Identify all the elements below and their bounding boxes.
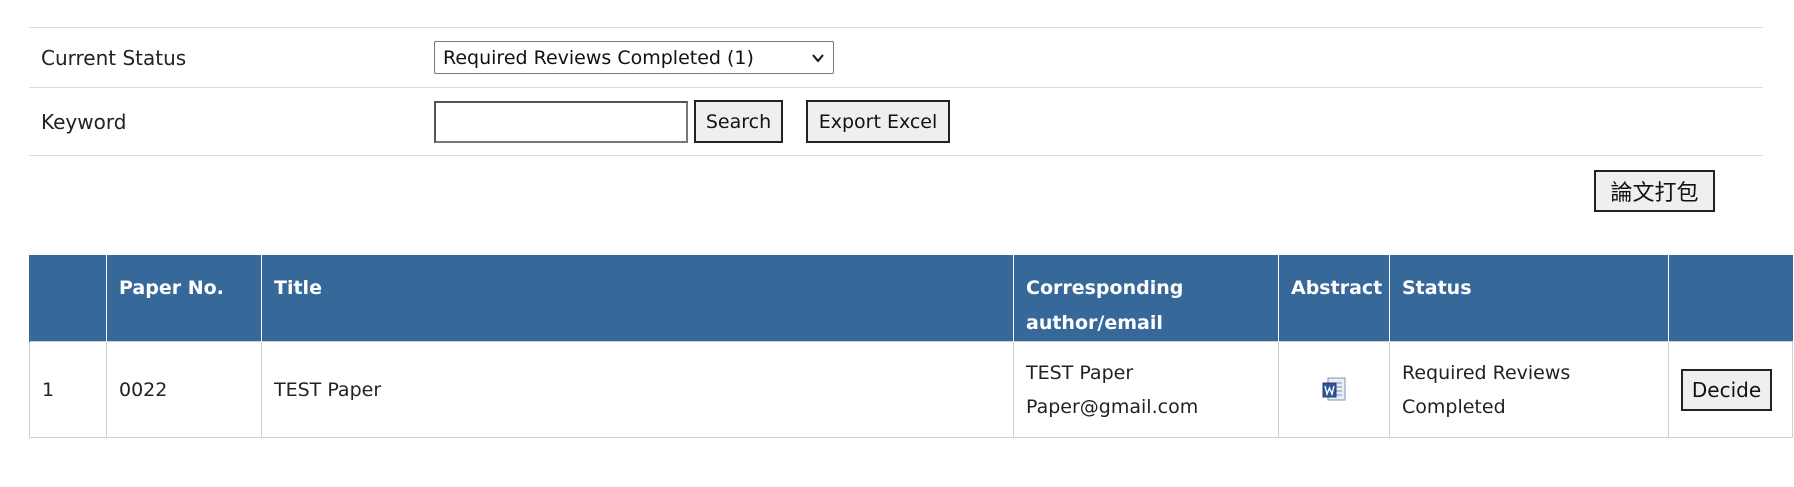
author-name: TEST Paper: [1026, 361, 1134, 384]
header-title: Title: [261, 255, 1014, 342]
header-action: [1668, 255, 1793, 342]
cell-paper-no: 0022: [106, 341, 262, 438]
header-author-line2: author/email: [1026, 312, 1163, 334]
status-filter-row: Current Status Required Reviews Complete…: [29, 27, 1763, 87]
keyword-input[interactable]: [434, 100, 688, 143]
papers-table: Paper No. Title Corresponding author/ema…: [29, 255, 1793, 438]
paper-management-page: Current Status Required Reviews Complete…: [0, 0, 1794, 487]
header-author-line1: Corresponding: [1026, 277, 1184, 299]
cell-corresponding-author: TEST Paper Paper@gmail.com: [1013, 341, 1279, 438]
chevron-down-icon: [812, 53, 824, 63]
word-document-icon[interactable]: [1321, 377, 1347, 403]
header-status: Status: [1389, 255, 1669, 342]
pack-papers-button[interactable]: 論文打包: [1594, 170, 1715, 212]
cell-action: Decide: [1668, 341, 1793, 438]
status-line2: Completed: [1402, 395, 1506, 418]
header-abstract: Abstract: [1278, 255, 1390, 342]
cell-abstract: [1278, 341, 1390, 438]
export-excel-button[interactable]: Export Excel: [806, 100, 950, 143]
status-line1: Required Reviews: [1402, 361, 1571, 384]
keyword-filter-row: Keyword Search Export Excel: [29, 87, 1763, 156]
keyword-filter-label: Keyword: [41, 109, 127, 134]
search-button[interactable]: Search: [694, 100, 783, 143]
table-header-row: Paper No. Title Corresponding author/ema…: [29, 255, 1793, 342]
filter-panel: Current Status Required Reviews Complete…: [29, 27, 1763, 156]
status-select[interactable]: Required Reviews Completed (1): [434, 41, 834, 74]
table-row: 1 0022 TEST Paper TEST Paper Paper@gmail…: [29, 341, 1793, 438]
author-email: Paper@gmail.com: [1026, 395, 1199, 418]
status-filter-label: Current Status: [41, 45, 187, 70]
decide-button[interactable]: Decide: [1681, 368, 1772, 411]
cell-index: 1: [29, 341, 107, 438]
status-select-value: Required Reviews Completed (1): [443, 46, 754, 69]
header-index: [29, 255, 107, 342]
cell-status: Required Reviews Completed: [1389, 341, 1669, 438]
cell-title: TEST Paper: [261, 341, 1014, 438]
header-paper-no: Paper No.: [106, 255, 262, 342]
header-corresponding-author: Corresponding author/email: [1013, 255, 1279, 342]
